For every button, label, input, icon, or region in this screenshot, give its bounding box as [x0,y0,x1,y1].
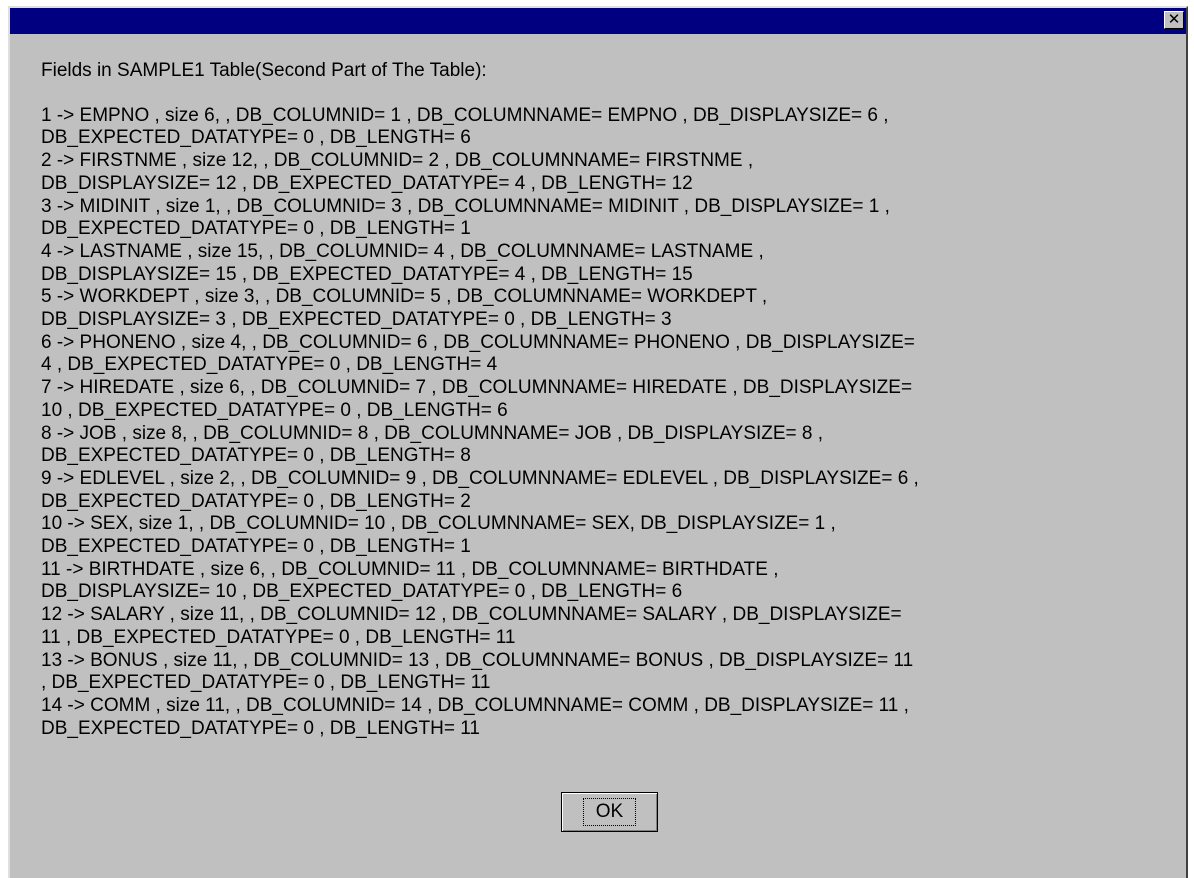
field-entry: 12 -> SALARY , size 11, , DB_COLUMNID= 1… [41,604,1181,649]
field-continuation-line: DB_DISPLAYSIZE= 10 , DB_EXPECTED_DATATYP… [41,581,683,603]
field-continuation-line: DB_EXPECTED_DATATYPE= 0 , DB_LENGTH= 8 [41,445,471,467]
field-line: 12 -> SALARY , size 11, , DB_COLUMNID= 1… [41,604,902,626]
close-icon[interactable]: ✕ [1164,11,1184,29]
field-continuation-line: DB_EXPECTED_DATATYPE= 0 , DB_LENGTH= 6 [41,127,471,149]
field-continuation-line: DB_EXPECTED_DATATYPE= 0 , DB_LENGTH= 11 [41,717,480,739]
field-continuation-line: 4 , DB_EXPECTED_DATATYPE= 0 , DB_LENGTH=… [41,354,498,376]
field-line: 13 -> BONUS , size 11, , DB_COLUMNID= 13… [41,649,914,671]
field-continuation-line: DB_EXPECTED_DATATYPE= 0 , DB_LENGTH= 1 [41,536,471,558]
field-line: 7 -> HIREDATE , size 6, , DB_COLUMNID= 7… [41,377,913,399]
field-continuation-line: , DB_EXPECTED_DATATYPE= 0 , DB_LENGTH= 1… [41,672,491,694]
field-line: 1 -> EMPNO , size 6, , DB_COLUMNID= 1 , … [41,104,889,126]
field-line: 11 -> BIRTHDATE , size 6, , DB_COLUMNID=… [41,558,779,580]
field-entry: 13 -> BONUS , size 11, , DB_COLUMNID= 13… [41,650,1181,695]
message-text: Fields in SAMPLE1 Table(Second Part of T… [41,60,1181,740]
field-continuation-line: 11 , DB_EXPECTED_DATATYPE= 0 , DB_LENGTH… [41,626,516,648]
field-continuation-line: DB_EXPECTED_DATATYPE= 0 , DB_LENGTH= 2 [41,490,471,512]
field-line: 3 -> MIDINIT , size 1, , DB_COLUMNID= 3 … [41,195,890,217]
field-entry: 11 -> BIRTHDATE , size 6, , DB_COLUMNID=… [41,559,1181,604]
field-line: 2 -> FIRSTNME , size 12, , DB_COLUMNID= … [41,150,754,172]
message-heading: Fields in SAMPLE1 Table(Second Part of T… [41,60,487,81]
field-continuation-line: DB_DISPLAYSIZE= 15 , DB_EXPECTED_DATATYP… [41,263,693,285]
field-entry: 7 -> HIREDATE , size 6, , DB_COLUMNID= 7… [41,377,1181,422]
field-continuation-line: DB_DISPLAYSIZE= 3 , DB_EXPECTED_DATATYPE… [41,309,672,331]
field-entry: 14 -> COMM , size 11, , DB_COLUMNID= 14 … [41,695,1181,740]
field-entry: 5 -> WORKDEPT , size 3, , DB_COLUMNID= 5… [41,286,1181,331]
ok-button[interactable]: OK [561,792,658,832]
field-list: 1 -> EMPNO , size 6, , DB_COLUMNID= 1 , … [41,105,1181,741]
ok-button-label: OK [582,798,637,826]
field-continuation-line: 10 , DB_EXPECTED_DATATYPE= 0 , DB_LENGTH… [41,399,508,421]
field-line: 4 -> LASTNAME , size 15, , DB_COLUMNID= … [41,240,764,262]
title-bar[interactable]: ✕ [10,8,1186,34]
field-continuation-line: DB_EXPECTED_DATATYPE= 0 , DB_LENGTH= 1 [41,218,471,240]
field-entry: 9 -> EDLEVEL , size 2, , DB_COLUMNID= 9 … [41,468,1181,513]
field-continuation-line: DB_DISPLAYSIZE= 12 , DB_EXPECTED_DATATYP… [41,172,693,194]
field-line: 8 -> JOB , size 8, , DB_COLUMNID= 8 , DB… [41,422,824,444]
field-entry: 1 -> EMPNO , size 6, , DB_COLUMNID= 1 , … [41,105,1181,150]
field-line: 5 -> WORKDEPT , size 3, , DB_COLUMNID= 5… [41,286,768,308]
field-entry: 4 -> LASTNAME , size 15, , DB_COLUMNID= … [41,241,1181,286]
field-line: 6 -> PHONENO , size 4, , DB_COLUMNID= 6 … [41,331,915,353]
field-entry: 10 -> SEX, size 1, , DB_COLUMNID= 10 , D… [41,513,1181,558]
field-entry: 6 -> PHONENO , size 4, , DB_COLUMNID= 6 … [41,332,1181,377]
field-entry: 3 -> MIDINIT , size 1, , DB_COLUMNID= 3 … [41,196,1181,241]
field-entry: 2 -> FIRSTNME , size 12, , DB_COLUMNID= … [41,150,1181,195]
field-line: 14 -> COMM , size 11, , DB_COLUMNID= 14 … [41,694,909,716]
field-entry: 8 -> JOB , size 8, , DB_COLUMNID= 8 , DB… [41,423,1181,468]
field-line: 9 -> EDLEVEL , size 2, , DB_COLUMNID= 9 … [41,467,919,489]
field-line: 10 -> SEX, size 1, , DB_COLUMNID= 10 , D… [41,513,836,535]
message-dialog: ✕ Fields in SAMPLE1 Table(Second Part of… [8,6,1188,878]
